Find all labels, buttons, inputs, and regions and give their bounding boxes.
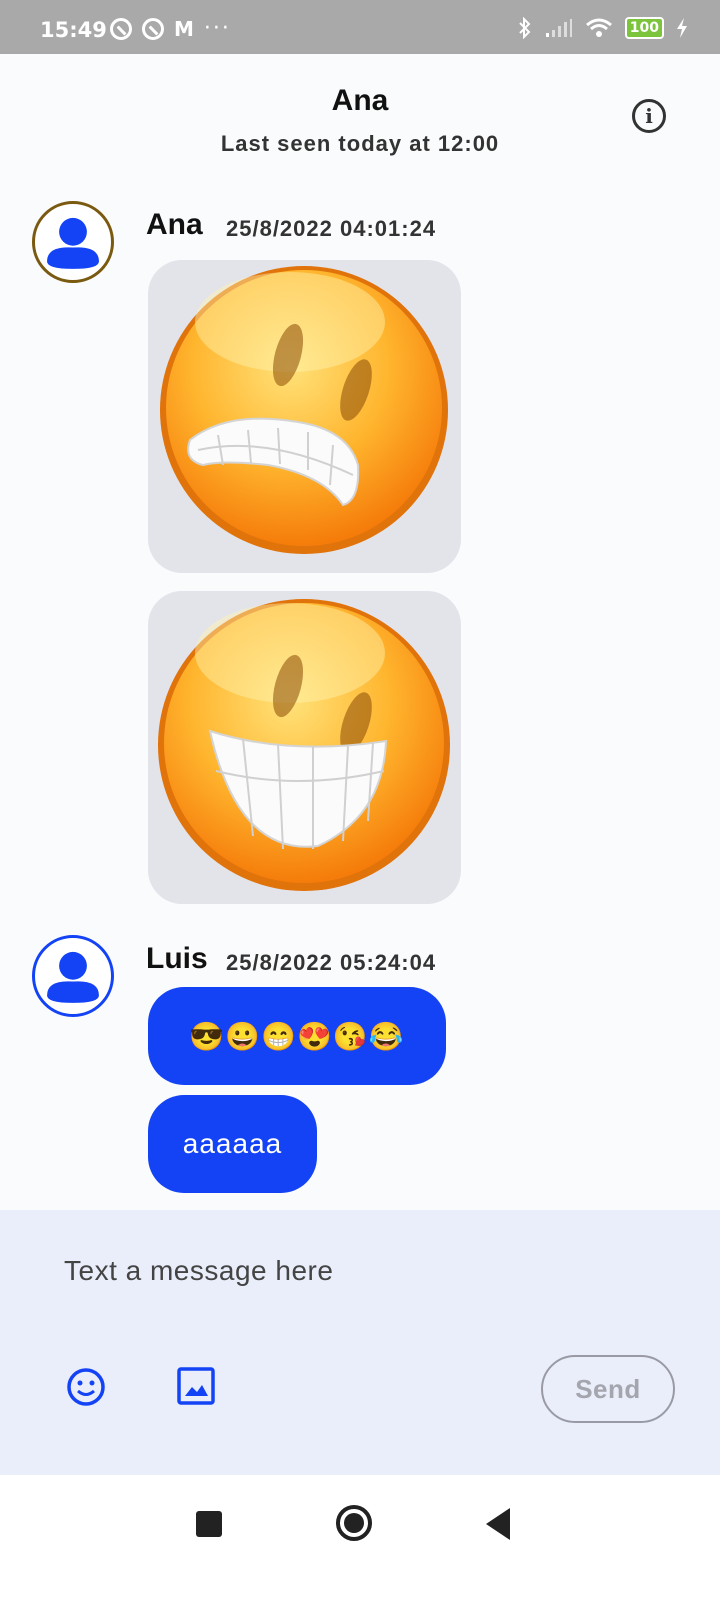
sender-name: Luis	[146, 942, 208, 975]
message-timestamp: 25/8/2022 04:01:24	[226, 216, 437, 241]
charging-icon	[677, 18, 687, 38]
avatar-luis[interactable]	[32, 935, 114, 1017]
message-composer: Send	[0, 1210, 720, 1475]
sender-name: Ana	[146, 208, 203, 241]
wifi-icon	[585, 18, 612, 37]
image-message-grimacing[interactable]	[148, 260, 461, 573]
recents-icon[interactable]	[196, 1511, 222, 1537]
image-message-grinning[interactable]	[148, 591, 461, 904]
bluetooth-icon	[519, 17, 531, 39]
message-timestamp: 25/8/2022 05:24:04	[226, 950, 437, 975]
user-icon	[47, 217, 99, 269]
more-notifications-icon: ···	[203, 16, 231, 41]
signal-icon	[545, 19, 572, 37]
system-navigation-bar	[0, 1475, 720, 1600]
avatar-ana[interactable]	[32, 201, 114, 283]
message-text: 😎😀😁😍😘😂	[189, 1020, 405, 1052]
vpn-icon	[110, 18, 132, 40]
gmail-icon: M	[174, 17, 194, 41]
emoji-picker-icon[interactable]	[66, 1367, 106, 1407]
send-button[interactable]: Send	[541, 1355, 675, 1423]
home-icon[interactable]	[336, 1505, 372, 1541]
user-icon	[47, 951, 99, 1003]
message-input[interactable]	[48, 1240, 666, 1302]
last-seen-status: Last seen today at 12:00	[220, 131, 500, 156]
battery-indicator: 100	[624, 17, 664, 39]
notification-icons: M ···	[110, 18, 231, 40]
grinning-smiley-image	[158, 599, 450, 891]
contact-name: Ana	[331, 84, 389, 117]
status-time: 15:49	[40, 18, 107, 42]
vpn-icon-2	[142, 18, 164, 40]
grimacing-smiley-image	[160, 266, 448, 554]
message-bubble[interactable]: 😎😀😁😍😘😂	[148, 987, 446, 1085]
back-icon[interactable]	[486, 1508, 510, 1540]
status-bar: 15:49 M ··· 100	[0, 0, 720, 54]
image-attach-icon[interactable]	[177, 1367, 215, 1405]
chat-header: Ana Last seen today at 12:00 i	[0, 54, 720, 184]
system-icons: 100	[517, 17, 688, 39]
message-bubble[interactable]: aaaaaa	[148, 1095, 317, 1193]
info-icon[interactable]: i	[632, 99, 666, 133]
message-text: aaaaaa	[182, 1128, 283, 1159]
